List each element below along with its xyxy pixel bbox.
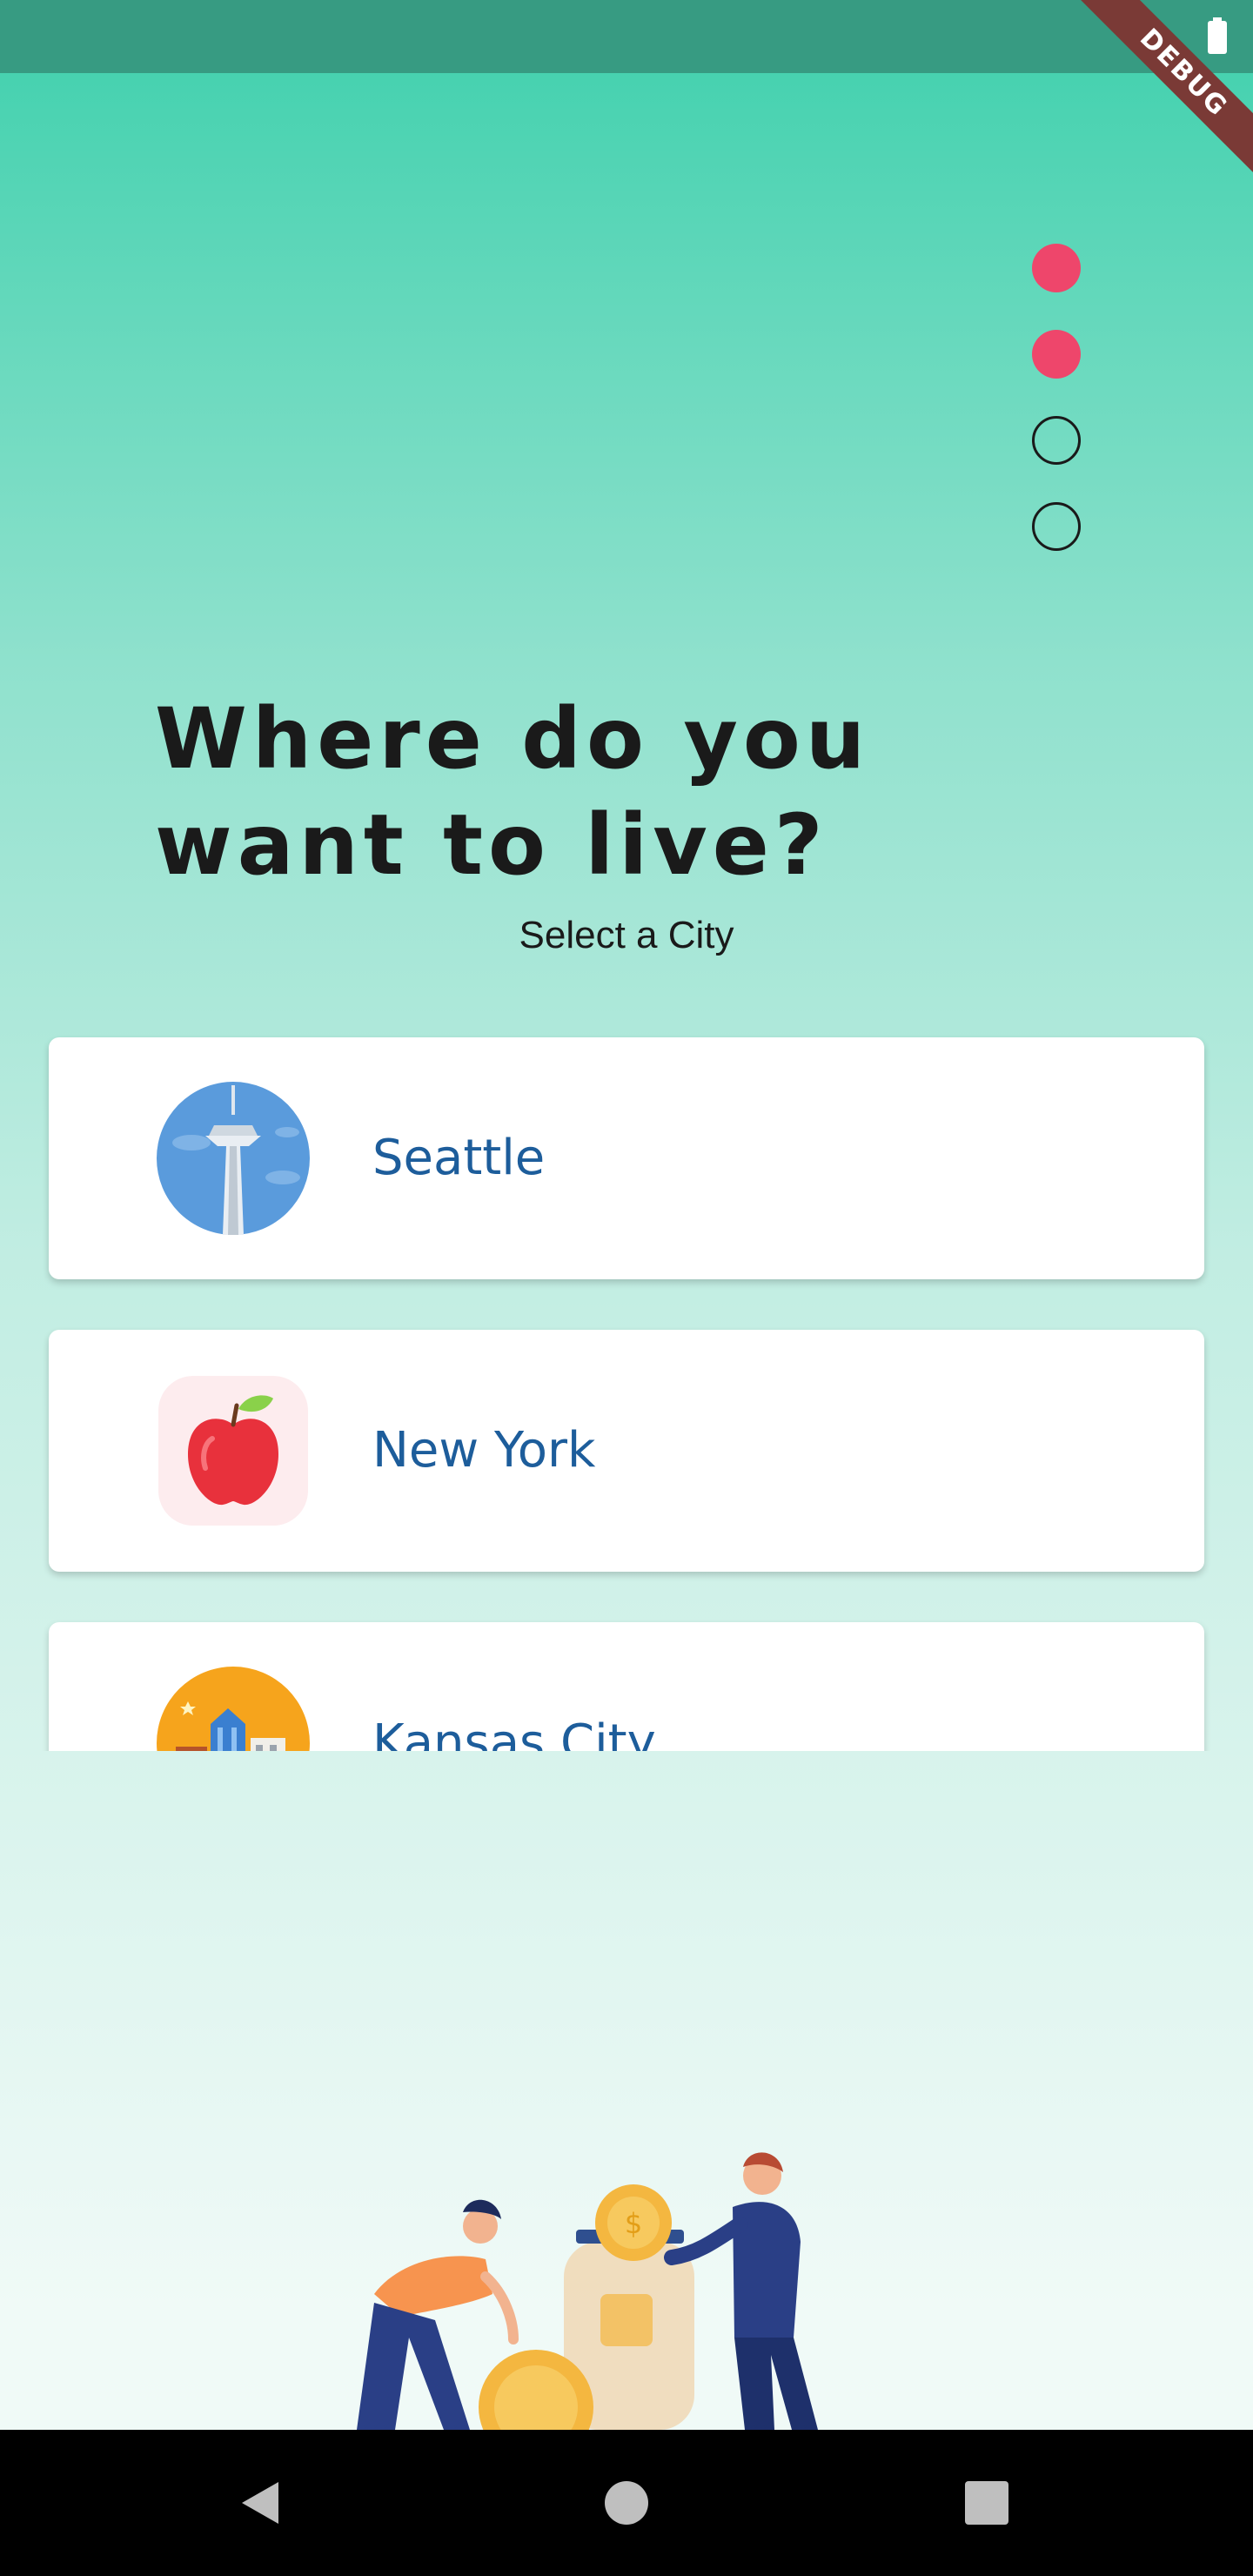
step-dot-pending xyxy=(1032,502,1081,551)
page-title: Where do you want to live? xyxy=(155,690,871,894)
city-selection-screen: Where do you want to live? Select a City… xyxy=(0,73,1253,2430)
city-name: New York xyxy=(372,1422,596,1479)
step-dot-completed xyxy=(1032,330,1081,379)
navigation-bar xyxy=(0,2430,1253,2576)
city-skyline-icon xyxy=(157,1667,310,1751)
people-saving-coins-illustration: $ xyxy=(357,2152,818,2430)
page-subtitle: Select a City xyxy=(519,914,734,956)
space-needle-icon xyxy=(157,1082,310,1235)
back-icon[interactable] xyxy=(235,2477,287,2529)
city-card-new-york[interactable]: New York xyxy=(49,1330,1204,1572)
city-card-seattle[interactable]: Seattle xyxy=(49,1037,1204,1279)
home-icon[interactable] xyxy=(600,2477,653,2529)
step-dot-completed xyxy=(1032,244,1081,292)
recents-icon[interactable] xyxy=(961,2477,1013,2529)
city-card-kansas-city[interactable]: Kansas City xyxy=(49,1622,1204,1751)
city-list[interactable]: Seattle New York Kansas City xyxy=(0,1030,1253,1751)
battery-icon xyxy=(1208,17,1227,54)
svg-text:$: $ xyxy=(625,2207,642,2240)
city-name: Seattle xyxy=(372,1130,546,1186)
city-name: Kansas City xyxy=(372,1714,656,1751)
step-dot-pending xyxy=(1032,416,1081,465)
status-bar xyxy=(0,0,1253,73)
apple-icon xyxy=(158,1376,308,1526)
